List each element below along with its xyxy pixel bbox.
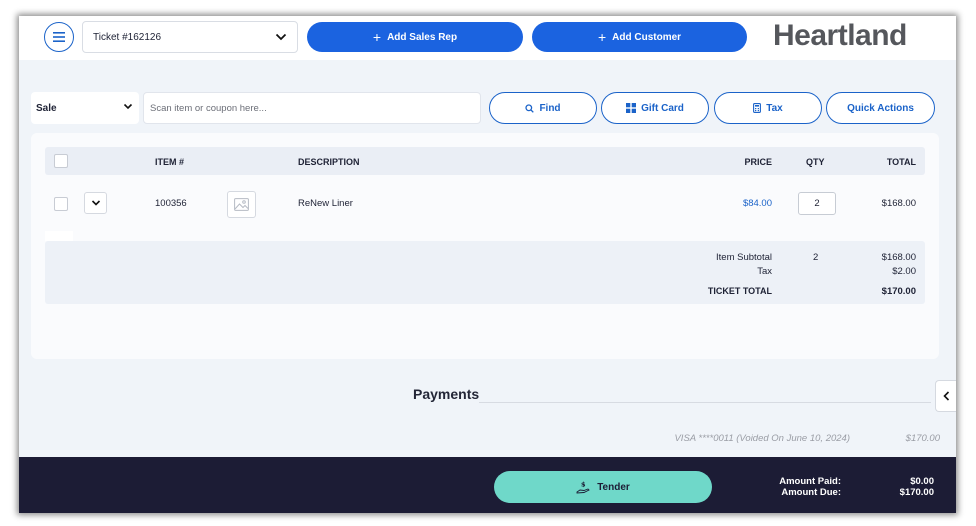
cart-table-header: ITEM # DESCRIPTION PRICE QTY TOTAL bbox=[45, 147, 925, 175]
scan-item-input[interactable] bbox=[143, 92, 481, 124]
row-item-number: 100356 bbox=[155, 198, 187, 209]
tax-button[interactable]: Tax bbox=[714, 92, 822, 124]
select-all-checkbox[interactable] bbox=[54, 154, 68, 168]
calculator-icon bbox=[753, 103, 762, 113]
row-description: ReNew Liner bbox=[298, 198, 353, 209]
top-header: Ticket #162126 + Add Sales Rep + Add Cus… bbox=[19, 16, 956, 60]
row-price[interactable]: $84.00 bbox=[705, 198, 772, 209]
row-qty-input[interactable]: 2 bbox=[798, 192, 836, 215]
amount-due-value: $170.00 bbox=[899, 487, 934, 498]
item-subtotal-value: $168.00 bbox=[881, 252, 916, 263]
item-subtotal-qty: 2 bbox=[813, 252, 819, 263]
plus-icon: + bbox=[372, 29, 382, 45]
image-placeholder-icon bbox=[234, 198, 249, 211]
column-item: ITEM # bbox=[155, 157, 185, 167]
amount-paid-value: $0.00 bbox=[910, 476, 934, 487]
ticket-select[interactable]: Ticket #162126 bbox=[82, 21, 298, 53]
payments-divider bbox=[479, 402, 931, 403]
totals-panel: Item Subtotal 2 $168.00 Tax $2.00 TICKET… bbox=[45, 241, 925, 304]
column-qty: QTY bbox=[806, 157, 825, 167]
collapse-side-panel-button[interactable] bbox=[935, 380, 956, 412]
item-thumbnail bbox=[227, 191, 256, 218]
chevron-down-icon bbox=[275, 33, 287, 41]
ticket-total-label: TICKET TOTAL bbox=[707, 286, 772, 296]
ticket-total-value: $170.00 bbox=[881, 286, 916, 297]
heartland-logo: Heartland bbox=[773, 19, 907, 52]
cart-panel: ITEM # DESCRIPTION PRICE QTY TOTAL 10035… bbox=[31, 133, 939, 359]
gift-card-button[interactable]: Gift Card bbox=[601, 92, 709, 124]
svg-text:$: $ bbox=[581, 481, 586, 489]
find-button[interactable]: Find bbox=[489, 92, 597, 124]
quick-actions-label: Quick Actions bbox=[847, 102, 914, 114]
column-price: PRICE bbox=[744, 157, 772, 167]
chevron-left-icon bbox=[942, 391, 949, 401]
add-customer-button[interactable]: + Add Customer bbox=[532, 22, 747, 52]
sale-mode-select[interactable]: Sale bbox=[31, 92, 139, 124]
amount-paid-label: Amount Paid: bbox=[779, 476, 841, 487]
payment-entry-amount: $170.00 bbox=[905, 433, 940, 444]
add-customer-label: Add Customer bbox=[612, 31, 682, 43]
plus-icon: + bbox=[597, 29, 607, 45]
chevron-down-icon bbox=[91, 200, 100, 206]
grid-icon bbox=[626, 103, 637, 113]
tax-label: Tax bbox=[757, 266, 772, 277]
add-sales-rep-label: Add Sales Rep bbox=[387, 31, 458, 43]
tax-label: Tax bbox=[766, 102, 783, 114]
table-row: 100356 ReNew Liner $84.00 2 $168.00 bbox=[45, 177, 925, 229]
footer-bar: $ Tender Amount Paid: $0.00 Amount Due: … bbox=[19, 457, 956, 513]
item-subtotal-label: Item Subtotal bbox=[716, 252, 772, 263]
expand-row-button[interactable] bbox=[84, 192, 107, 214]
row-divider bbox=[45, 231, 73, 241]
chevron-down-icon bbox=[123, 103, 133, 110]
pos-window: Ticket #162126 + Add Sales Rep + Add Cus… bbox=[19, 16, 956, 513]
find-label: Find bbox=[539, 102, 561, 114]
search-icon bbox=[525, 103, 535, 113]
menu-button[interactable] bbox=[44, 22, 74, 52]
sale-mode-label: Sale bbox=[36, 102, 57, 114]
row-total: $168.00 bbox=[881, 198, 916, 209]
tender-button[interactable]: $ Tender bbox=[494, 471, 712, 503]
column-description: DESCRIPTION bbox=[298, 157, 360, 167]
gift-card-label: Gift Card bbox=[641, 102, 684, 114]
cash-hand-icon: $ bbox=[576, 481, 590, 494]
tender-label: Tender bbox=[597, 481, 630, 493]
tax-value: $2.00 bbox=[892, 266, 916, 277]
ticket-label: Ticket #162126 bbox=[93, 31, 162, 43]
column-total: TOTAL bbox=[886, 157, 916, 167]
payments-title: Payments bbox=[413, 386, 480, 402]
amount-due-label: Amount Due: bbox=[781, 487, 841, 498]
row-checkbox[interactable] bbox=[54, 197, 68, 211]
add-sales-rep-button[interactable]: + Add Sales Rep bbox=[307, 22, 523, 52]
payment-entry-desc: VISA ****0011 (Voided On June 10, 2024) bbox=[674, 433, 850, 444]
quick-actions-button[interactable]: Quick Actions bbox=[826, 92, 935, 124]
hamburger-icon bbox=[53, 32, 65, 42]
